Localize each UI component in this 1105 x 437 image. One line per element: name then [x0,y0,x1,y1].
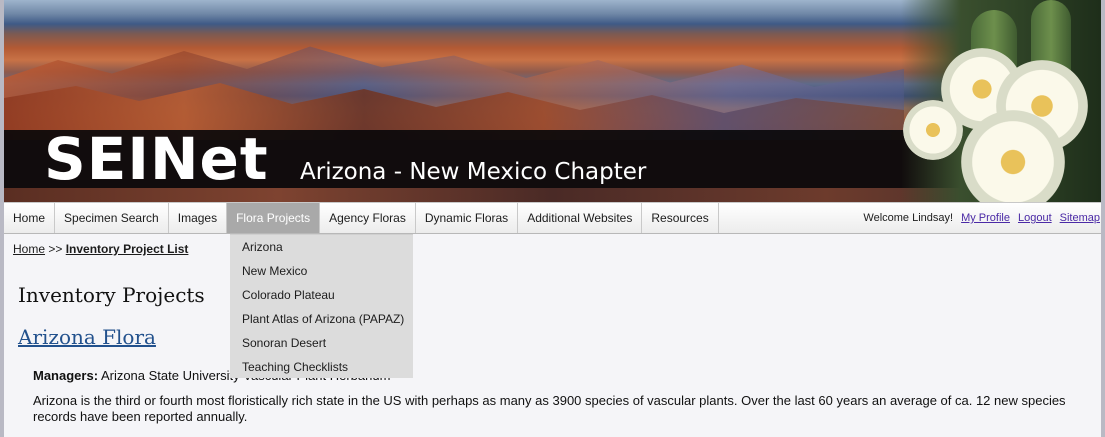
breadcrumb-current[interactable]: Inventory Project List [66,242,189,256]
my-profile-link[interactable]: My Profile [961,212,1010,224]
nav-dynamic-floras[interactable]: Dynamic Floras [416,203,519,233]
dropdown-item-colorado-plateau[interactable]: Colorado Plateau [230,283,413,307]
site-logo[interactable]: SEINet [44,128,269,190]
nav-additional-websites[interactable]: Additional Websites [518,203,643,233]
nav-home[interactable]: Home [4,203,56,233]
breadcrumb-separator: >> [48,242,63,256]
dropdown-item-new-mexico[interactable]: New Mexico [230,259,413,283]
nav-resources[interactable]: Resources [642,203,719,233]
flora-projects-dropdown: Arizona New Mexico Colorado Plateau Plan… [230,234,413,378]
user-links: Welcome Lindsay! My Profile Logout Sitem… [863,203,1101,233]
chapter-name: Arizona - New Mexico Chapter [300,159,647,185]
page-title: Inventory Projects [18,283,205,307]
dropdown-item-teaching-checklists[interactable]: Teaching Checklists [230,355,413,379]
saguaro-cactus-image [901,0,1101,202]
cactus-flower [903,100,963,160]
dropdown-item-arizona[interactable]: Arizona [230,235,413,259]
main-nav: Home Specimen Search Images Flora Projec… [4,202,1101,234]
logout-link[interactable]: Logout [1018,212,1052,224]
nav-flora-projects[interactable]: Flora Projects [227,203,321,233]
welcome-text: Welcome Lindsay! [863,212,954,224]
header-banner: SEINet Arizona - New Mexico Chapter [4,0,1101,202]
breadcrumb: Home >> Inventory Project List [13,242,188,256]
dropdown-item-papaz[interactable]: Plant Atlas of Arizona (PAPAZ) [230,307,413,331]
breadcrumb-home-link[interactable]: Home [13,242,45,256]
nav-specimen-search[interactable]: Specimen Search [55,203,169,233]
managers-label: Managers: [33,368,99,383]
project-title-link[interactable]: Arizona Flora [18,325,156,349]
sitemap-link[interactable]: Sitemap [1060,212,1100,224]
nav-agency-floras[interactable]: Agency Floras [320,203,416,233]
dropdown-item-sonoran-desert[interactable]: Sonoran Desert [230,331,413,355]
project-description: Arizona is the third or fourth most flor… [33,393,1066,424]
nav-images[interactable]: Images [169,203,228,233]
